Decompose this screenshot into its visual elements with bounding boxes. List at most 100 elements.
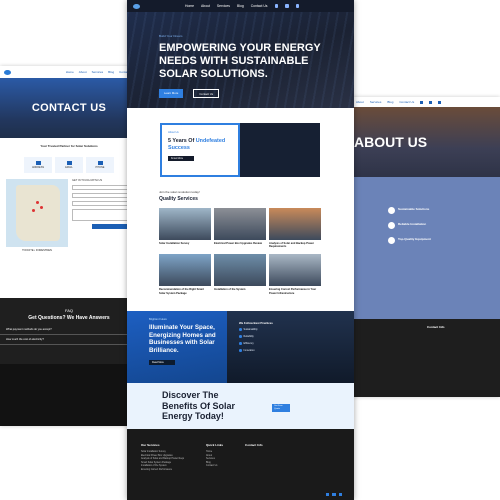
service-card[interactable]: Recommendation of the Right Smart Solar … bbox=[159, 254, 211, 295]
home-navbar: Home About Services Blog Contact Us bbox=[127, 0, 354, 12]
location-icon bbox=[35, 161, 41, 165]
feature-title: Sustainable Solutions bbox=[398, 207, 430, 211]
about-navbar: About Services Blog Contact Us bbox=[352, 97, 500, 107]
illuminate-section: Brighten Future Illuminate Your Space, E… bbox=[127, 311, 354, 383]
contact-hero: CONTACT US bbox=[0, 78, 138, 138]
email-field[interactable] bbox=[72, 193, 132, 198]
facebook-icon[interactable] bbox=[274, 4, 279, 8]
services-section: Join the solar revolution today! Quality… bbox=[127, 177, 354, 295]
footer-link[interactable]: Analysis of Solar and Backup Power Reqs bbox=[141, 458, 184, 460]
nav-about[interactable]: About bbox=[79, 70, 87, 74]
contact-cards: ADDRESS EMAIL PHONE bbox=[0, 154, 138, 176]
footer-link[interactable]: Smart Solar System Package bbox=[141, 462, 184, 464]
tools-icon bbox=[388, 222, 395, 229]
nav-services[interactable]: Services bbox=[217, 4, 230, 8]
nav-contact[interactable]: Contact Us bbox=[251, 4, 268, 8]
instagram-icon[interactable] bbox=[338, 492, 342, 496]
instagram-icon[interactable] bbox=[295, 4, 300, 8]
footer-link[interactable]: Home bbox=[206, 451, 223, 453]
location-map[interactable] bbox=[6, 179, 68, 247]
about-page-preview: About Services Blog Contact Us ABOUT US … bbox=[352, 97, 500, 397]
footer-link[interactable]: Contact Us bbox=[206, 465, 223, 467]
footer-services-col: Our Services Solar Installation Survey E… bbox=[141, 443, 185, 471]
service-image bbox=[214, 254, 266, 287]
discover-title: Discover The Benefits Of Solar Energy To… bbox=[162, 390, 236, 422]
hero-kicker: Build Your Dream bbox=[159, 34, 183, 38]
nav-home[interactable]: Home bbox=[66, 70, 74, 74]
twitter-icon[interactable] bbox=[332, 492, 336, 496]
nav-services[interactable]: Services bbox=[92, 70, 104, 74]
nav-about[interactable]: About bbox=[356, 100, 364, 104]
footer-links-col: Quick Links Home About Services Blog Con… bbox=[206, 443, 224, 467]
message-field[interactable] bbox=[72, 209, 132, 221]
service-card[interactable]: Analysis of Solar and Backup Power Requi… bbox=[269, 208, 321, 248]
faq-heading: Get Questions? We Have Answers bbox=[28, 315, 110, 321]
best-practices-heading: We Follow Best Practices bbox=[239, 321, 273, 325]
practice-item: Innovation bbox=[239, 349, 354, 352]
service-image bbox=[159, 208, 211, 240]
experience-description bbox=[240, 123, 320, 177]
facebook-icon[interactable] bbox=[325, 492, 329, 496]
service-caption: Installation of the System bbox=[214, 288, 246, 292]
nav-home[interactable]: Home bbox=[185, 4, 194, 8]
name-field[interactable] bbox=[72, 185, 132, 190]
footer-link[interactable]: About bbox=[206, 455, 223, 457]
know-more-button[interactable]: Know More bbox=[168, 156, 194, 161]
service-card[interactable]: Installation of the System bbox=[214, 254, 266, 294]
form-heading: GET IN TOUCH WITH US bbox=[72, 179, 103, 182]
practice-item: Sustainability bbox=[239, 328, 354, 331]
learn-more-button[interactable]: Learn More bbox=[159, 89, 184, 98]
nav-about[interactable]: About bbox=[201, 4, 210, 8]
service-caption: Recommendation of the Right Smart Solar … bbox=[159, 288, 204, 295]
feature-item: Sustainable Solutions bbox=[388, 207, 500, 214]
get-quote-button[interactable]: Get Free Quote bbox=[272, 403, 290, 412]
instagram-icon[interactable] bbox=[438, 100, 442, 104]
email-card: EMAIL bbox=[55, 157, 83, 173]
phone-icon bbox=[97, 161, 103, 165]
services-kicker: Join the solar revolution today! bbox=[159, 190, 200, 194]
feature-title: Reliable Installation bbox=[398, 222, 427, 226]
logo-icon[interactable] bbox=[133, 3, 140, 9]
contact-form: GET IN TOUCH WITH US bbox=[72, 179, 132, 254]
logo-icon bbox=[4, 69, 11, 75]
footer-link[interactable]: Ensuring Correct Performance bbox=[141, 469, 184, 471]
service-card[interactable]: Ensuring Correct Performance in Your Pow… bbox=[269, 254, 321, 295]
footer-link[interactable]: Electrical Power Box Upgrades bbox=[141, 455, 184, 457]
footer-link[interactable]: Blog bbox=[206, 462, 223, 464]
nav-services[interactable]: Services bbox=[370, 100, 382, 104]
read-more-button[interactable]: Read More bbox=[149, 360, 175, 365]
phone-field[interactable] bbox=[72, 201, 132, 206]
service-caption: Ensuring Correct Performance in Your Pow… bbox=[269, 288, 317, 295]
about-footer: Contact Info bbox=[352, 319, 500, 397]
submit-button[interactable] bbox=[92, 224, 132, 229]
contact-us-button[interactable]: Contact Us bbox=[193, 89, 220, 98]
home-hero: Build Your Dream EMPOWERING YOUR ENERGY … bbox=[127, 12, 354, 108]
footer-link[interactable]: Solar Installation Survey bbox=[141, 451, 184, 453]
footer-link[interactable]: Installation of the System bbox=[141, 465, 184, 467]
discover-text: Get Free Quote bbox=[272, 401, 322, 412]
faq-question[interactable]: How much the cost of electricity? bbox=[0, 335, 138, 345]
nav-blog[interactable]: Blog bbox=[237, 4, 244, 8]
about-title: ABOUT US bbox=[354, 134, 428, 150]
address-label: ADDRESS bbox=[31, 166, 45, 169]
discover-section: Discover The Benefits Of Solar Energy To… bbox=[127, 383, 354, 429]
facebook-icon[interactable] bbox=[420, 100, 424, 104]
badge-icon bbox=[388, 237, 395, 244]
footer-contact-col: Contact Info bbox=[245, 443, 263, 447]
twitter-icon[interactable] bbox=[429, 100, 433, 104]
home-page-preview: Home About Services Blog Contact Us Buil… bbox=[127, 0, 354, 500]
footer-link[interactable]: Services bbox=[206, 458, 223, 460]
nav-blog[interactable]: Blog bbox=[387, 100, 393, 104]
service-card[interactable]: Solar Installation Survey bbox=[159, 208, 211, 248]
feature-item: Top-Quality Equipment bbox=[388, 237, 500, 244]
nav-blog[interactable]: Blog bbox=[108, 70, 114, 74]
service-caption: Solar Installation Survey bbox=[159, 242, 190, 245]
solar-icon bbox=[388, 207, 395, 214]
service-image bbox=[269, 208, 321, 240]
service-card[interactable]: Electrical Power Box Upgrades Review bbox=[214, 208, 266, 248]
nav-contact[interactable]: Contact Us bbox=[399, 100, 414, 104]
faq-kicker: FAQ bbox=[64, 308, 73, 313]
twitter-icon[interactable] bbox=[285, 4, 289, 8]
map-pin-icon bbox=[40, 206, 43, 209]
faq-question[interactable]: What payment methods do you accept? bbox=[0, 325, 138, 335]
